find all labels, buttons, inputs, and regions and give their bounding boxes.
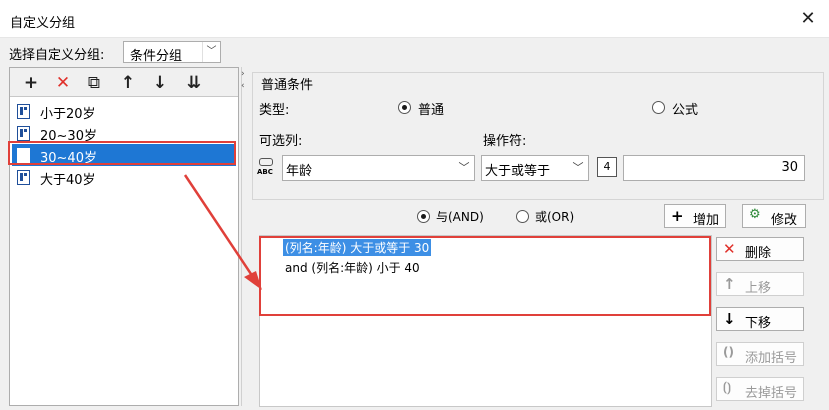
text-type-icon: ABC <box>257 158 279 178</box>
column-label: 可选列: <box>259 134 303 149</box>
and-label: 与(AND) <box>436 210 484 224</box>
chevron-down-icon: ﹀ <box>572 161 584 174</box>
chevron-down-icon: ﹀ <box>202 42 220 62</box>
add-condition-button[interactable]: + 增加 <box>664 204 726 228</box>
remove-bracket-button[interactable]: ⟮⟯ 去掉括号 <box>716 377 804 401</box>
highlight-box-right <box>259 236 711 316</box>
close-icon[interactable]: ✕ <box>797 8 819 30</box>
report-icon <box>17 170 30 185</box>
tree-item-label: 大于40岁 <box>40 173 96 188</box>
or-label: 或(OR) <box>535 210 575 224</box>
plus-icon: + <box>671 207 684 225</box>
operator-select-value: 大于或等于 <box>485 164 551 179</box>
operator-select[interactable]: 大于或等于 ﹀ <box>481 155 589 181</box>
delete-icon[interactable]: ✕ <box>52 72 74 94</box>
add-bracket-button[interactable]: () 添加括号 <box>716 342 804 366</box>
type-normal-radio[interactable] <box>398 101 411 114</box>
chevron-left-icon[interactable]: ‹ <box>241 81 245 91</box>
value-input-text: 30 <box>781 160 798 175</box>
title-bar: 自定义分组 ✕ <box>0 0 829 38</box>
or-radio[interactable] <box>516 210 529 223</box>
add-icon[interactable]: + <box>20 72 42 94</box>
panel-splitter[interactable]: › ‹ <box>241 67 247 406</box>
gear-icon: ⚙ <box>749 207 761 222</box>
report-icon <box>17 104 30 119</box>
copy-icon[interactable]: ⧉ <box>83 72 105 94</box>
type-normal-label: 普通 <box>418 103 445 118</box>
column-select-value: 年龄 <box>286 164 313 179</box>
type-formula-radio[interactable] <box>652 101 665 114</box>
move-up-button[interactable]: ↑ 上移 <box>716 272 804 296</box>
arrow-down-icon[interactable]: ↓ <box>149 72 171 94</box>
type-label: 类型: <box>259 103 290 118</box>
move-down-button[interactable]: ↓ 下移 <box>716 307 804 331</box>
value-input[interactable]: 30 <box>623 155 805 181</box>
group-selector-value: 条件分组 <box>130 49 183 64</box>
group-list-panel: + ✕ ⧉ ↑ ↓ ⇊ 小于20岁 20~30岁 30~40岁 大于40岁 <box>9 67 239 406</box>
highlight-box-left <box>8 141 236 165</box>
group-selector-dropdown[interactable]: 条件分组 ﹀ <box>123 41 221 64</box>
group-selector-label: 选择自定义分组: <box>9 48 105 63</box>
arrow-down-icon: ↓ <box>723 310 736 328</box>
arrow-up-icon[interactable]: ↑ <box>117 72 139 94</box>
operator-label: 操作符: <box>483 134 527 149</box>
group-selector-row: 选择自定义分组: 条件分组 ﹀ <box>0 38 829 66</box>
bracket-icon: () <box>723 345 734 359</box>
value-type-icon[interactable]: 4 <box>597 157 617 177</box>
and-radio[interactable] <box>417 210 430 223</box>
chevron-down-icon: ﹀ <box>458 161 470 174</box>
close-icon: ✕ <box>723 240 736 258</box>
type-formula-label: 公式 <box>672 103 699 118</box>
report-icon <box>17 126 30 141</box>
window-title: 自定义分组 <box>10 16 76 31</box>
delete-button[interactable]: ✕ 删除 <box>716 237 804 261</box>
modify-condition-button[interactable]: ⚙ 修改 <box>742 204 806 228</box>
tree-item-label: 小于20岁 <box>40 107 96 122</box>
group-toolbar: + ✕ ⧉ ↑ ↓ ⇊ <box>10 68 238 97</box>
tree-item[interactable]: 小于20岁 <box>12 100 236 122</box>
sort-icon[interactable]: ⇊ <box>183 72 205 94</box>
remove-bracket-icon: ⟮⟯ <box>723 380 731 394</box>
section-title: 普通条件 <box>259 74 316 93</box>
arrow-up-icon: ↑ <box>723 275 736 293</box>
tree-item[interactable]: 大于40岁 <box>12 166 236 188</box>
chevron-right-icon[interactable]: › <box>241 69 245 79</box>
column-select[interactable]: 年龄 ﹀ <box>282 155 475 181</box>
